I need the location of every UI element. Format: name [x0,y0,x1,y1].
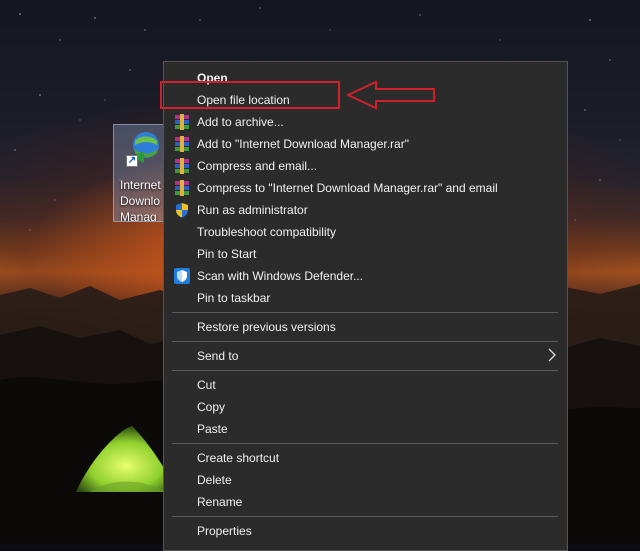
uac-shield-icon [176,203,188,218]
menu-item-label: Paste [197,422,228,436]
menu-item-label: Send to [197,349,239,363]
menu-item-label: Pin to Start [197,247,257,261]
menu-item-restore-previous-versions[interactable]: Restore previous versions [164,316,567,338]
menu-item-add-to-rar[interactable]: Add to "Internet Download Manager.rar" [164,133,567,155]
menu-item-label: Restore previous versions [197,320,336,334]
winrar-icon [175,136,189,152]
menu-item-label: Add to "Internet Download Manager.rar" [197,137,409,151]
winrar-icon [175,114,189,130]
menu-item-label: Delete [197,473,232,487]
menu-item-send-to[interactable]: Send to [164,345,567,367]
menu-item-label: Compress to "Internet Download Manager.r… [197,181,498,195]
winrar-icon [175,180,189,196]
menu-item-scan-with-windows-defender[interactable]: Scan with Windows Defender... [164,265,567,287]
shortcut-arrow-icon: ↗ [126,155,138,167]
menu-item-paste[interactable]: Paste [164,418,567,440]
menu-item-run-as-administrator[interactable]: Run as administrator [164,199,567,221]
menu-separator [172,516,558,517]
menu-item-pin-to-taskbar[interactable]: Pin to taskbar [164,287,567,309]
desktop-shortcut-idm[interactable]: ↗ Internet Downlo Manag [113,124,165,222]
desktop-icon-label-line: Internet [120,178,161,192]
menu-item-label: Cut [197,378,216,392]
menu-separator [172,341,558,342]
menu-item-label: Troubleshoot compatibility [197,225,336,239]
chevron-right-icon [548,348,556,362]
context-menu: Open Open file location Add to archive..… [163,61,568,551]
menu-item-delete[interactable]: Delete [164,469,567,491]
menu-item-pin-to-start[interactable]: Pin to Start [164,243,567,265]
menu-item-create-shortcut[interactable]: Create shortcut [164,447,567,469]
winrar-icon [175,158,189,174]
menu-item-compress-to-rar-and-email[interactable]: Compress to "Internet Download Manager.r… [164,177,567,199]
menu-item-label: Pin to taskbar [197,291,271,305]
left-arrow-annotation-icon [346,80,435,110]
menu-item-label: Properties [197,524,252,538]
menu-item-label: Compress and email... [197,159,318,173]
menu-item-label: Copy [197,400,226,414]
menu-item-troubleshoot-compatibility[interactable]: Troubleshoot compatibility [164,221,567,243]
menu-item-label: Add to archive... [197,115,284,129]
desktop-icon-label-line: Downlo [120,194,161,208]
desktop-icon-label: Internet Downlo Manag [120,177,164,222]
menu-item-add-to-archive[interactable]: Add to archive... [164,111,567,133]
menu-item-cut[interactable]: Cut [164,374,567,396]
menu-item-compress-and-email[interactable]: Compress and email... [164,155,567,177]
menu-item-copy[interactable]: Copy [164,396,567,418]
menu-separator [172,312,558,313]
menu-separator [172,443,558,444]
menu-item-label: Run as administrator [197,203,308,217]
menu-item-rename[interactable]: Rename [164,491,567,513]
menu-item-label: Create shortcut [197,451,280,465]
menu-separator [172,370,558,371]
menu-item-label: Rename [197,495,243,509]
desktop-icon-label-line: Manag [120,210,157,222]
windows-defender-icon [174,268,190,284]
annotation-highlight-box [160,81,340,109]
menu-item-properties[interactable]: Properties [164,520,567,542]
menu-item-label: Scan with Windows Defender... [197,269,364,283]
